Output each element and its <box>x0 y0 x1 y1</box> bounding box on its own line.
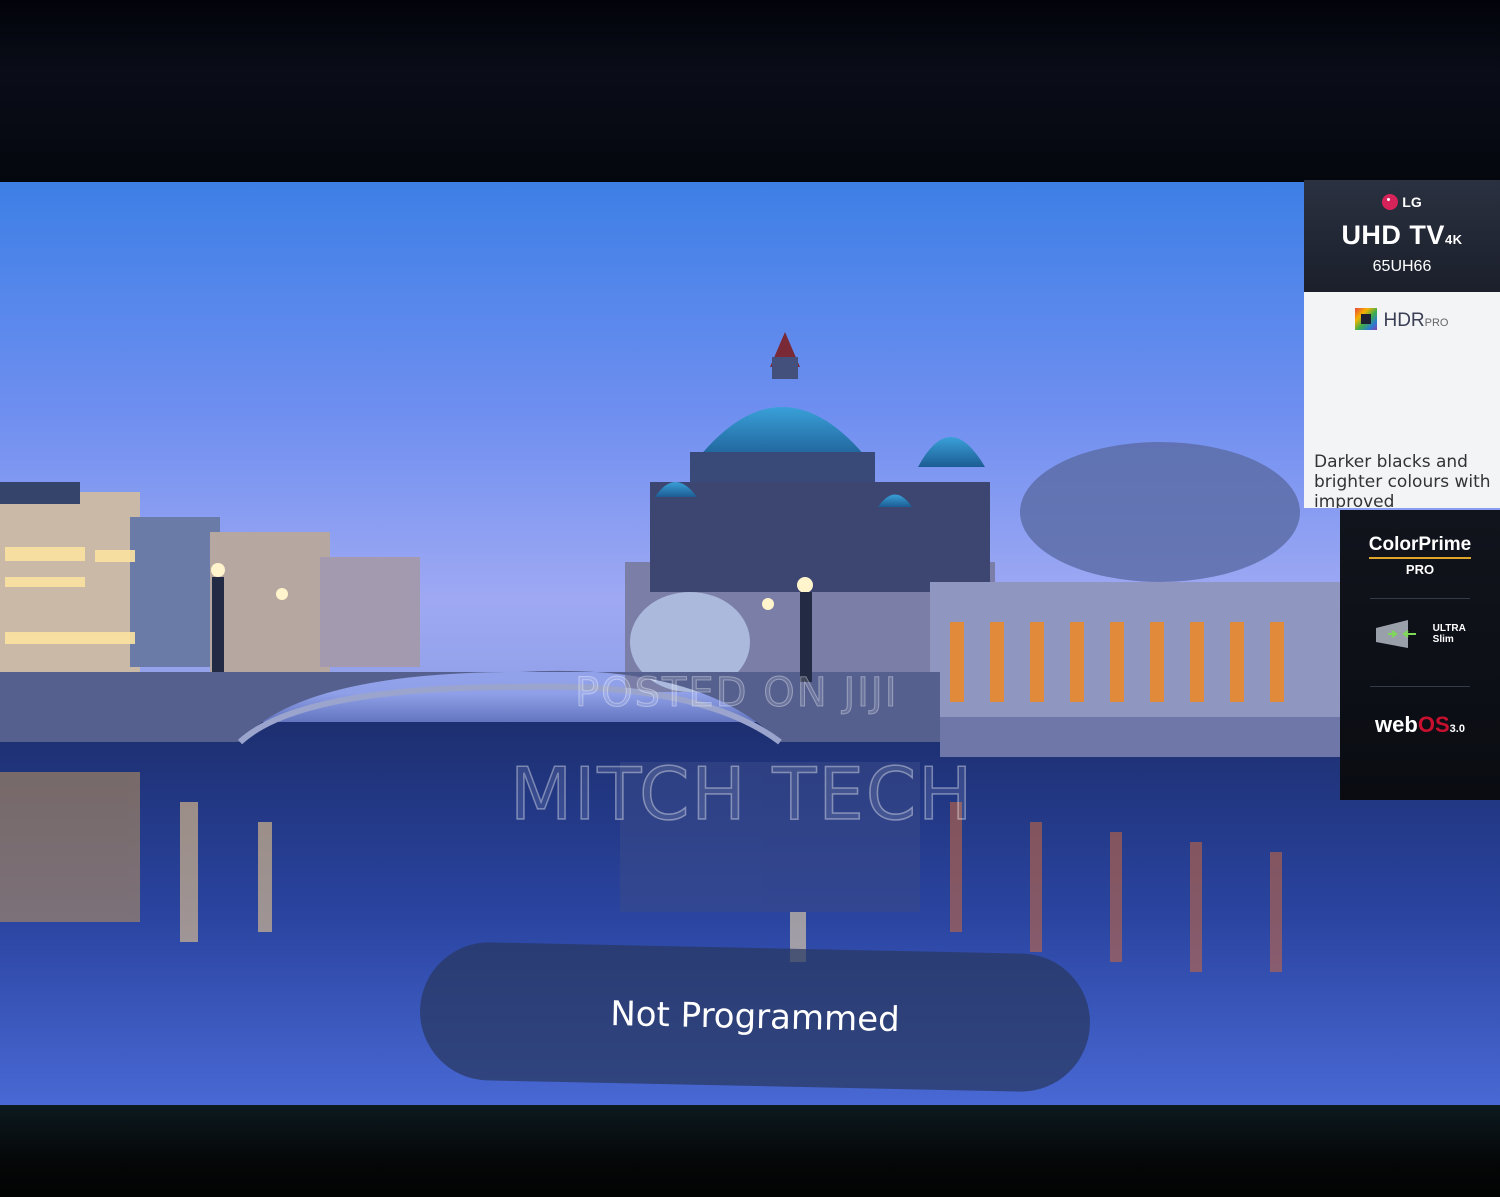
ultra-slim-icon <box>1376 620 1417 648</box>
hdr-icon <box>1355 308 1378 330</box>
lg-logo-icon <box>1382 194 1399 210</box>
divider <box>1370 686 1470 687</box>
divider <box>1370 598 1470 599</box>
product-title: UHD TV4K <box>1304 220 1500 251</box>
tv-bezel-bottom <box>0 1105 1500 1197</box>
feature-list-panel: ColorPrime PRO ULTRA Slim webOS3.0 <box>1340 510 1500 800</box>
hdr-feature-card: HDRPRO Darker blacks and brighter colour… <box>1304 292 1500 508</box>
watermark-line-1: POSTED ON JIJI <box>575 670 899 717</box>
ultra-slim-line1: ULTRA <box>1432 623 1466 634</box>
colorprime-label: ColorPrime <box>1368 534 1472 559</box>
hdr-pro-badge: HDRPRO <box>1304 308 1500 332</box>
feature-description: Darker blacks and brighter colours with … <box>1314 452 1491 508</box>
ultra-slim-line2: Slim <box>1432 634 1454 645</box>
colorprime-pro-badge: ColorPrime PRO <box>1340 534 1500 577</box>
brand-label: LG <box>1402 194 1422 210</box>
watermark-line-2: MITCH TECH <box>509 751 975 837</box>
model-number: 65UH66 <box>1372 258 1432 275</box>
not-programmed-toast: Not Programmed <box>418 940 1092 1094</box>
hdr-suffix: PRO <box>1424 317 1449 329</box>
webos-version: 3.0 <box>1449 723 1465 735</box>
product-suffix: 4K <box>1444 232 1463 247</box>
ultra-slim-badge: ULTRA Slim <box>1340 618 1500 650</box>
tv-bezel-top <box>0 0 1500 182</box>
lg-brand: LG <box>1304 194 1500 210</box>
webos-os: OS <box>1417 712 1450 737</box>
product-label: UHD TV <box>1341 220 1445 250</box>
hdr-label: HDR <box>1383 310 1425 331</box>
ultra-slim-text: ULTRA Slim <box>1433 623 1466 645</box>
tv-spec-panel: LG UHD TV4K 65UH66 HDRPRO Darker blacks … <box>1304 180 1500 508</box>
webos-badge: webOS3.0 <box>1340 712 1500 738</box>
colorprime-suffix: PRO <box>1405 562 1435 577</box>
panel-header: LG UHD TV4K 65UH66 <box>1304 180 1500 292</box>
toast-message: Not Programmed <box>609 993 901 1041</box>
webos-prefix: web <box>1375 712 1418 737</box>
